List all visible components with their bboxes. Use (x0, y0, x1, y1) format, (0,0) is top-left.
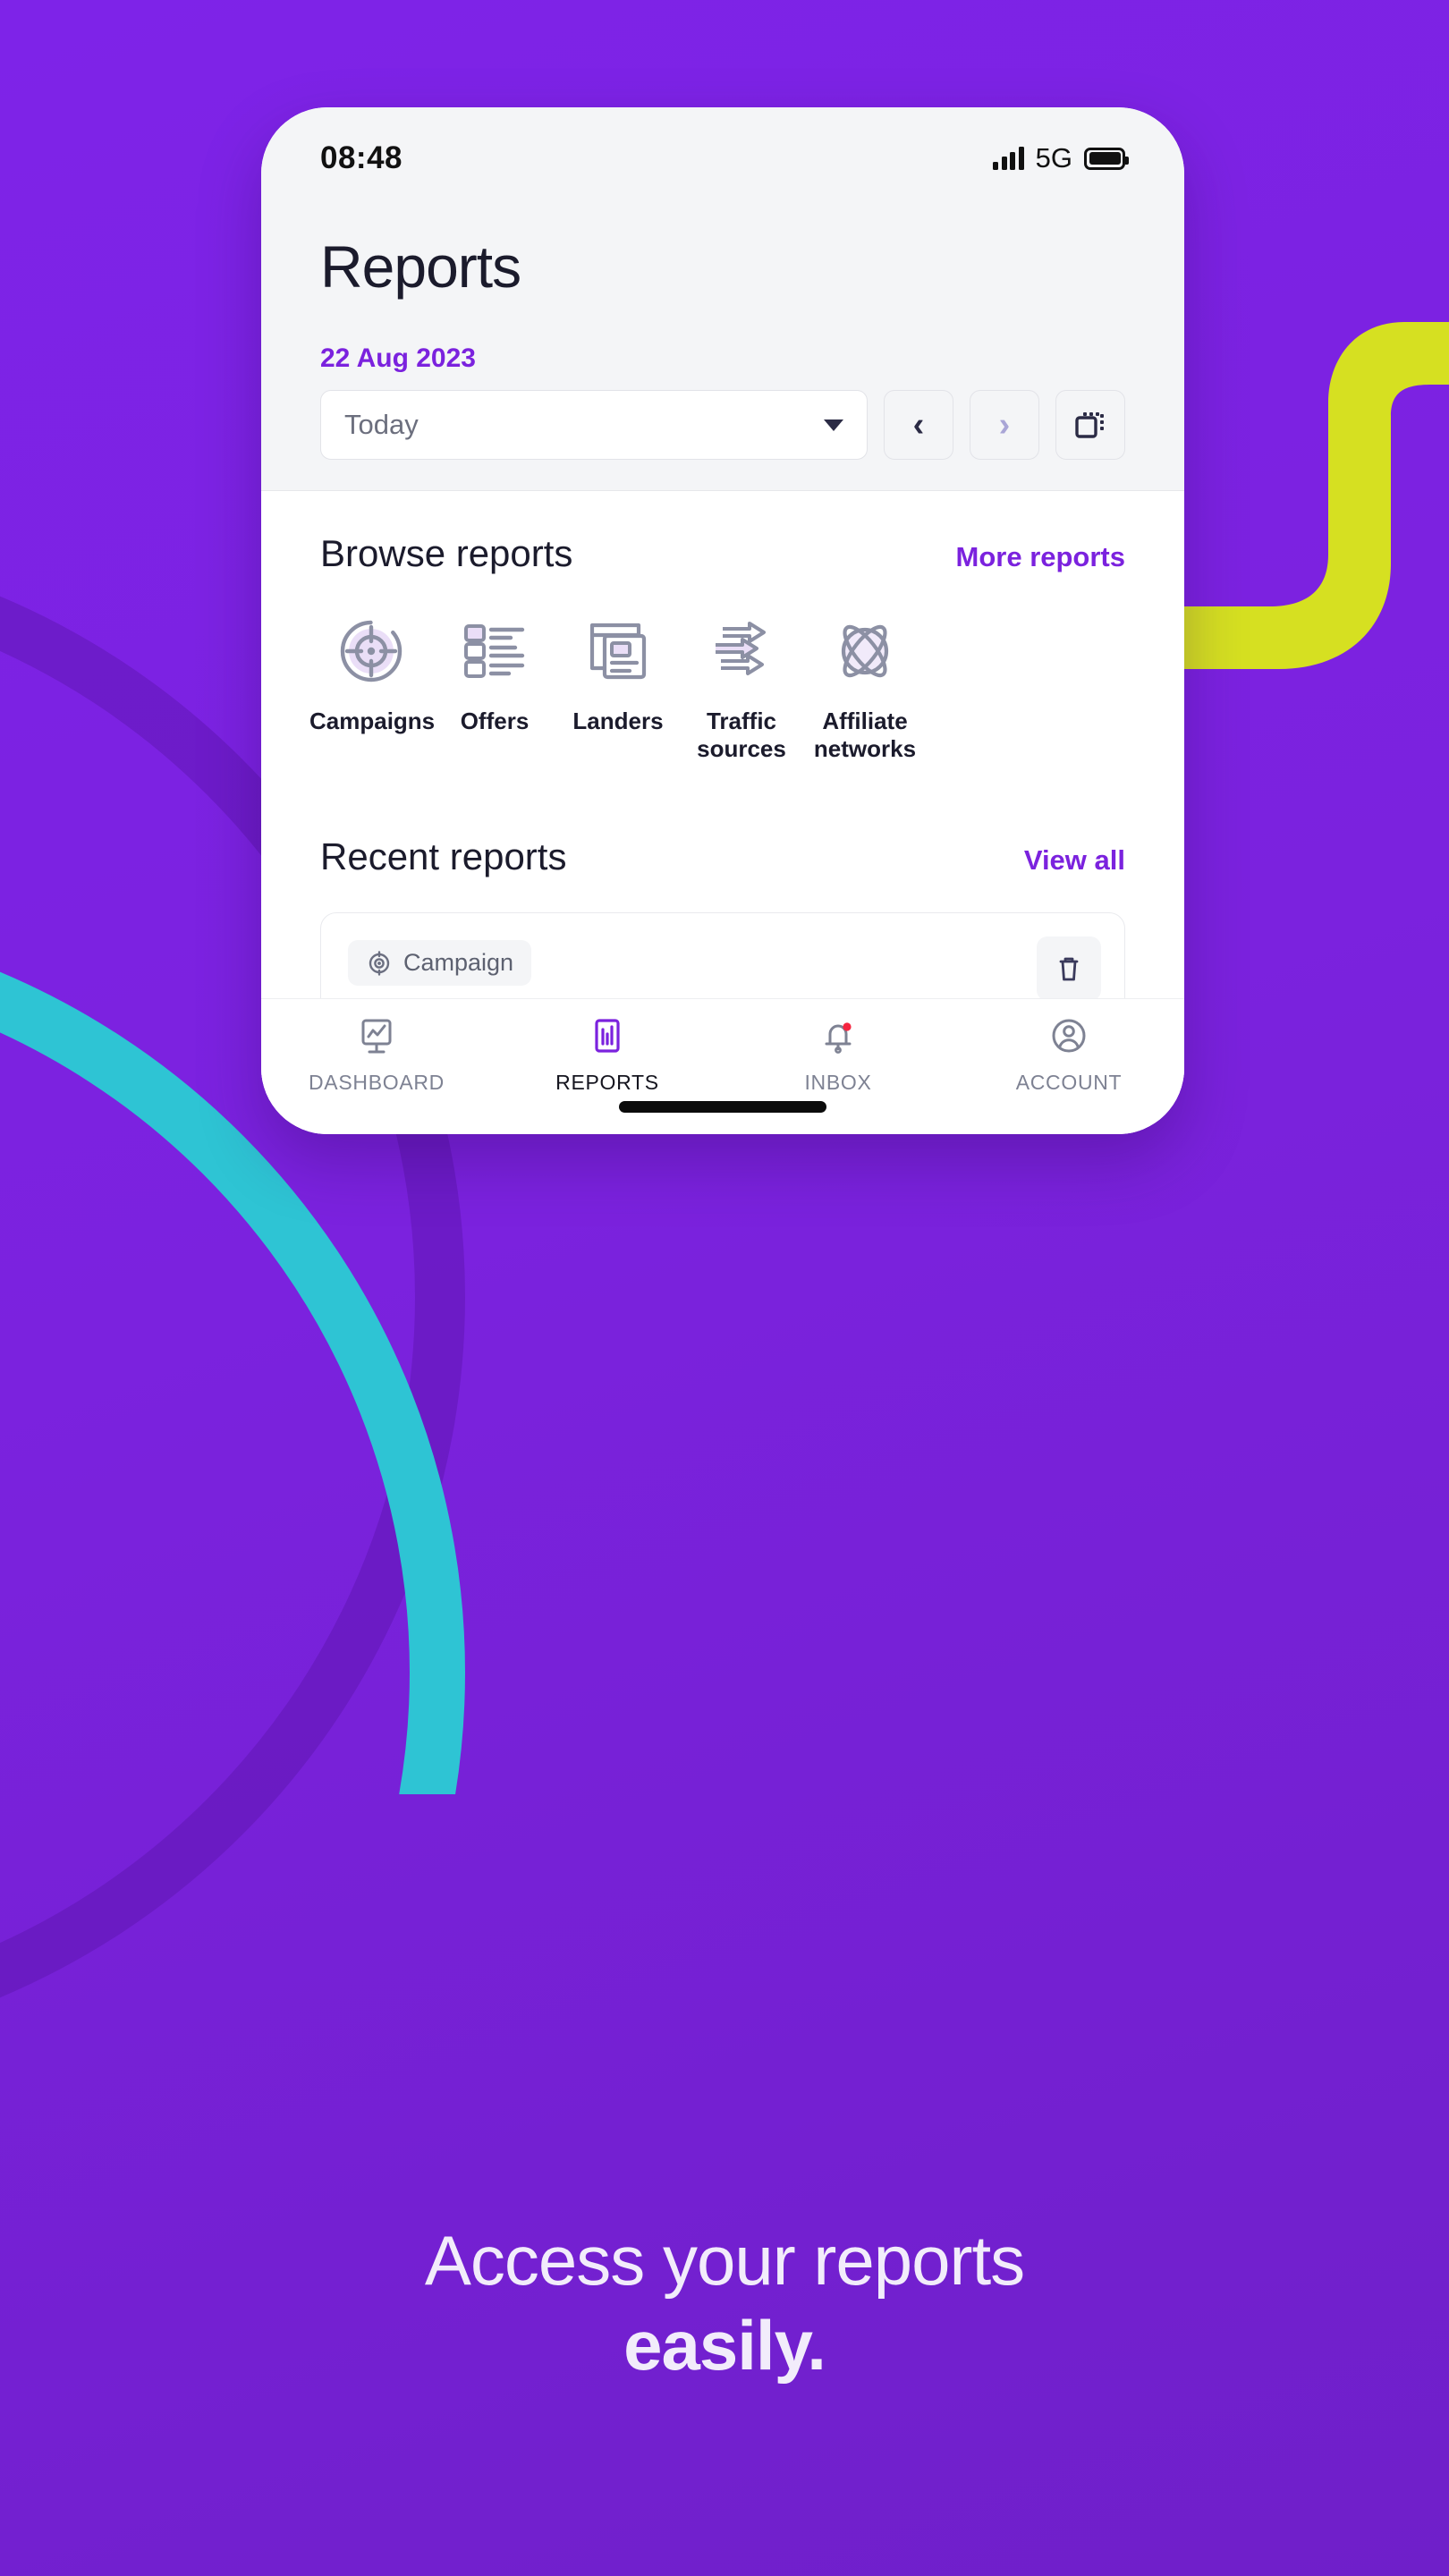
browse-label: Offers (460, 708, 530, 734)
date-range-toolbar: Today ‹ › (261, 374, 1184, 491)
target-icon (309, 613, 433, 690)
landing-pages-icon (556, 613, 680, 690)
browse-items-row[interactable]: Campaigns Offers Landers Traffic sources… (261, 613, 1184, 762)
signal-bars-icon (993, 147, 1024, 170)
caption-line-1: Access your reports (424, 2221, 1025, 2300)
page-title: Reports (320, 233, 521, 300)
trash-icon (1059, 957, 1079, 981)
bar-chart-icon (595, 1019, 620, 1053)
browse-label: Landers (572, 708, 664, 734)
next-period-button[interactable]: › (970, 390, 1039, 460)
recent-title: Recent reports (320, 835, 567, 878)
compare-periods-button[interactable] (1055, 390, 1125, 460)
browse-item-offers[interactable]: Offers (433, 613, 556, 735)
tab-dashboard[interactable]: DASHBOARD (261, 1015, 492, 1095)
browse-item-campaigns[interactable]: Campaigns (309, 613, 436, 735)
battery-full-icon (1084, 147, 1129, 170)
arrows-flow-icon (680, 613, 803, 690)
status-clock: 08:48 (320, 140, 403, 175)
previous-period-button[interactable]: ‹ (884, 390, 953, 460)
tab-account[interactable]: ACCOUNT (953, 1015, 1184, 1095)
browse-section: Browse reports More reports Campaigns Of… (261, 491, 1184, 762)
browse-label: Affiliate networks (813, 708, 917, 762)
page-header: Reports 22 Aug 2023 (261, 193, 1184, 374)
phone-mockup: 08:48 5G Reports 22 Aug 2023 Today ‹ › B… (261, 107, 1184, 1134)
chevron-down-icon (824, 419, 843, 431)
caption-line-2: easily. (623, 2306, 826, 2385)
network-type-label: 5G (1035, 142, 1072, 174)
tab-inbox[interactable]: INBOX (723, 1015, 953, 1095)
delete-report-button[interactable] (1037, 936, 1101, 1002)
tab-reports[interactable]: REPORTS (492, 1015, 723, 1095)
monitor-chart-icon (361, 1019, 392, 1054)
recent-section-header: Recent reports View all (261, 835, 1184, 878)
user-circle-icon (1052, 1019, 1086, 1053)
date-range-value: Today (344, 409, 419, 440)
browse-item-landers[interactable]: Landers (556, 613, 680, 735)
recent-view-all-link[interactable]: View all (1024, 844, 1125, 877)
target-small-icon (369, 951, 390, 976)
bottom-tab-bar[interactable]: DASHBOARD REPORTS INBOX ACCOUNT (261, 998, 1184, 1134)
status-bar: 08:48 5G (261, 107, 1184, 193)
lime-ribbon-shape (1163, 322, 1449, 669)
home-indicator[interactable] (619, 1101, 826, 1113)
tab-label: INBOX (804, 1071, 872, 1094)
screen-content[interactable]: Browse reports More reports Campaigns Of… (261, 491, 1184, 1134)
tab-label: REPORTS (555, 1071, 659, 1094)
browse-title: Browse reports (320, 532, 573, 574)
report-type-badge: Campaign (348, 940, 532, 987)
browse-item-traffic-sources[interactable]: Traffic sources (680, 613, 803, 762)
browse-label: Campaigns (309, 708, 436, 734)
tab-label: DASHBOARD (309, 1071, 445, 1094)
browse-section-header: Browse reports More reports (261, 532, 1184, 575)
browse-label: Traffic sources (697, 708, 786, 762)
phone-frame: 08:48 5G Reports 22 Aug 2023 Today ‹ › B… (261, 107, 1184, 1134)
more-reports-link[interactable]: More reports (956, 541, 1125, 573)
chevron-right-icon: › (998, 406, 1011, 444)
date-range-select[interactable]: Today (320, 390, 868, 460)
app-screen: 08:48 5G Reports 22 Aug 2023 Today ‹ › B… (261, 107, 1184, 1134)
browse-item-affiliate-networks[interactable]: Affiliate networks (803, 613, 927, 762)
chevron-left-icon: ‹ (912, 406, 925, 444)
bell-icon (825, 1022, 852, 1054)
tab-label: ACCOUNT (1015, 1071, 1123, 1094)
selected-date-label: 22 Aug 2023 (320, 343, 476, 373)
status-indicators: 5G (993, 142, 1129, 174)
atom-network-icon (803, 613, 927, 690)
notification-dot (843, 1022, 852, 1031)
marketing-caption: Access your reports easily. (0, 2218, 1449, 2388)
compare-ranges-icon (1075, 412, 1104, 438)
badge-label: Campaign (403, 949, 514, 977)
list-checkboxes-icon (433, 613, 556, 690)
